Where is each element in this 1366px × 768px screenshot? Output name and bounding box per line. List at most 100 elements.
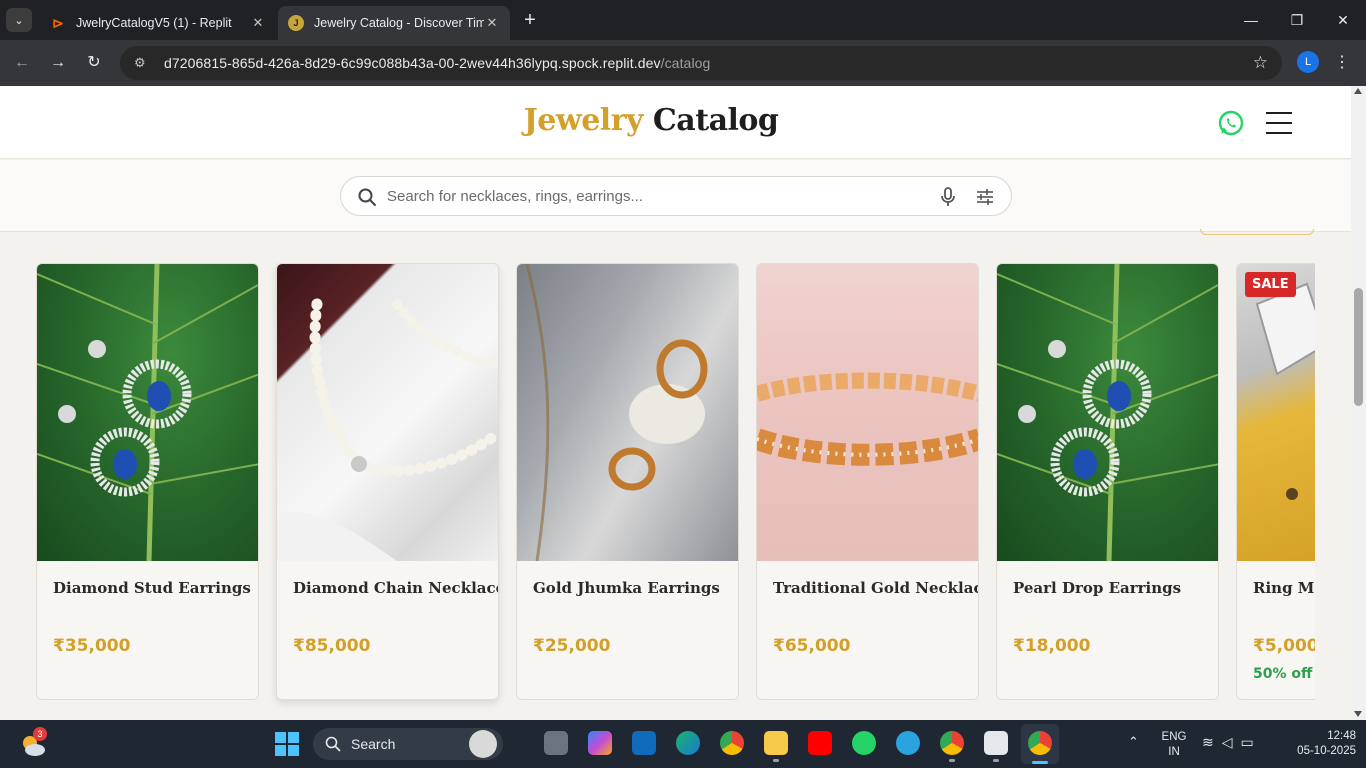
forward-arrow-icon[interactable]: → [46, 51, 70, 75]
youtube-icon[interactable] [808, 731, 832, 755]
volume-icon[interactable]: ◁ [1222, 734, 1241, 750]
profile-avatar[interactable]: L [1297, 51, 1319, 73]
taskbar-search[interactable]: Search [313, 728, 503, 760]
url-text: d7206815-865d-426a-8d29-6c99c088b43a-00-… [164, 55, 710, 71]
product-name: Traditional Gold Necklace [773, 579, 979, 597]
product-card[interactable]: Pearl Drop Earrings ₹18,000 [996, 263, 1219, 700]
battery-icon[interactable]: ▭ [1241, 734, 1262, 750]
product-image-earrings [37, 264, 258, 561]
product-price: ₹85,000 [293, 636, 371, 656]
search-input[interactable] [387, 177, 927, 215]
product-card[interactable]: Traditional Gold Necklace ₹65,000 [756, 263, 979, 700]
chrome-icon[interactable] [720, 731, 744, 755]
active-indicator [1032, 761, 1048, 764]
taskbar-search-label: Search [351, 736, 396, 752]
site-info-icon[interactable]: ⚙ [134, 55, 154, 71]
product-price: ₹35,000 [53, 636, 131, 656]
product-name: Ring Men [1253, 579, 1315, 597]
language-code: ENG [1161, 731, 1187, 743]
product-price: ₹18,000 [1013, 636, 1091, 656]
windows-start-icon[interactable] [275, 732, 299, 756]
close-icon[interactable]: ✕ [484, 15, 500, 31]
whatsapp-icon[interactable] [852, 731, 876, 755]
close-icon[interactable]: ✕ [250, 15, 266, 31]
product-price: ₹25,000 [533, 636, 611, 656]
product-card[interactable]: SALE Ring Men ₹5,000 50% off [1236, 263, 1315, 700]
wifi-icon[interactable]: ≋ [1202, 734, 1222, 750]
windows-taskbar: 3 Search ⌃ ENG IN ≋◁▭ 12:48 05-10-2025 [0, 720, 1366, 768]
microphone-icon[interactable] [939, 187, 957, 207]
product-image-gold-earrings [517, 264, 738, 561]
window-close-icon[interactable]: ✕ [1320, 6, 1366, 34]
sale-badge: SALE [1245, 272, 1296, 297]
scroll-up-arrow-icon[interactable] [1354, 88, 1362, 94]
filter-button-partial[interactable] [1200, 229, 1314, 235]
reload-icon[interactable]: ↻ [82, 51, 106, 75]
language-indicator[interactable]: ENG IN [1158, 730, 1190, 760]
scrollbar-thumb[interactable] [1354, 288, 1363, 406]
logo-jewelry: Jewelry [523, 103, 644, 138]
site-favicon: J [288, 15, 304, 31]
region-code: IN [1168, 746, 1180, 758]
whatsapp-icon[interactable] [1217, 109, 1245, 137]
site-header: Jewelry Catalog [0, 86, 1351, 159]
tab-search-chevron-icon[interactable]: ⌄ [6, 8, 32, 32]
chrome-active-icon[interactable] [1028, 731, 1052, 755]
microsoft-store-icon[interactable] [632, 731, 656, 755]
hamburger-menu-icon[interactable] [1266, 112, 1292, 134]
back-arrow-icon[interactable]: ← [10, 51, 34, 75]
tab-title: Jewelry Catalog - Discover Time [314, 16, 484, 30]
telegram-icon[interactable] [896, 731, 920, 755]
minimize-icon[interactable]: — [1228, 6, 1274, 34]
snipping-tool-icon[interactable] [984, 731, 1008, 755]
filter-sliders-icon[interactable] [975, 187, 995, 207]
search-icon [325, 736, 341, 752]
product-price: ₹5,000 [1253, 636, 1315, 656]
product-name: Pearl Drop Earrings [1013, 579, 1182, 597]
edge-icon[interactable] [676, 731, 700, 755]
url-host: d7206815-865d-426a-8d29-6c99c088b43a-00-… [164, 55, 661, 71]
product-card[interactable]: Diamond Stud Earrings ₹35,000 [36, 263, 259, 700]
chrome-profile-icon[interactable] [940, 731, 964, 755]
scroll-down-arrow-icon[interactable] [1354, 711, 1362, 717]
new-tab-plus-icon[interactable]: + [520, 8, 540, 32]
tab-jewelry-catalog[interactable]: J Jewelry Catalog - Discover Time ✕ [278, 6, 510, 40]
copilot-icon[interactable] [588, 731, 612, 755]
page-scrollbar[interactable] [1351, 86, 1366, 720]
notification-badge: 3 [33, 727, 47, 741]
logo-catalog: Catalog [652, 103, 779, 138]
file-explorer-icon[interactable] [764, 731, 788, 755]
product-name: Gold Jhumka Earrings [533, 579, 720, 597]
running-indicator [773, 759, 779, 762]
browser-menu-icon[interactable]: ⋮ [1334, 51, 1350, 75]
site-logo[interactable]: Jewelry Catalog [0, 103, 1302, 138]
search-highlight-icon [469, 730, 497, 758]
product-card[interactable]: Gold Jhumka Earrings ₹25,000 [516, 263, 739, 700]
browser-tab-bar: ⌄ ⊳ JwelryCatalogV5 (1) - Replit ✕ J Jew… [0, 0, 1366, 40]
tray-overflow-chevron-icon[interactable]: ⌃ [1128, 734, 1139, 750]
address-bar[interactable]: ⚙ d7206815-865d-426a-8d29-6c99c088b43a-0… [120, 46, 1282, 80]
tab-title: JwelryCatalogV5 (1) - Replit [76, 16, 232, 30]
tab-replit[interactable]: ⊳ JwelryCatalogV5 (1) - Replit ✕ [40, 6, 276, 40]
product-image-earrings [997, 264, 1218, 561]
task-view-icon[interactable] [544, 731, 568, 755]
page-viewport: Jewelry Catalog Search for necklaces, ri… [0, 86, 1351, 720]
bookmark-star-icon[interactable]: ☆ [1253, 53, 1268, 73]
product-discount: 50% off [1253, 666, 1313, 682]
search-section [0, 160, 1351, 232]
product-price: ₹65,000 [773, 636, 851, 656]
url-path: /catalog [660, 55, 711, 71]
browser-toolbar: ← → ↻ ⚙ d7206815-865d-426a-8d29-6c99c088… [0, 40, 1366, 86]
product-image-ring [1237, 264, 1315, 561]
product-card[interactable]: Diamond Chain Necklace ₹85,000 [276, 263, 499, 700]
running-indicator [949, 759, 955, 762]
search-icon [358, 188, 376, 206]
system-tray[interactable]: ≋◁▭ [1202, 734, 1262, 751]
search-bar[interactable] [340, 176, 1012, 216]
clock-time: 12:48 [1327, 730, 1356, 742]
product-grid: Diamond Stud Earrings ₹35,000 Diamond Ch… [36, 263, 1315, 720]
restore-icon[interactable]: ❐ [1274, 6, 1320, 34]
system-clock[interactable]: 12:48 05-10-2025 [1296, 729, 1356, 759]
clock-date: 05-10-2025 [1297, 745, 1356, 757]
product-name: Diamond Chain Necklace [293, 579, 499, 597]
